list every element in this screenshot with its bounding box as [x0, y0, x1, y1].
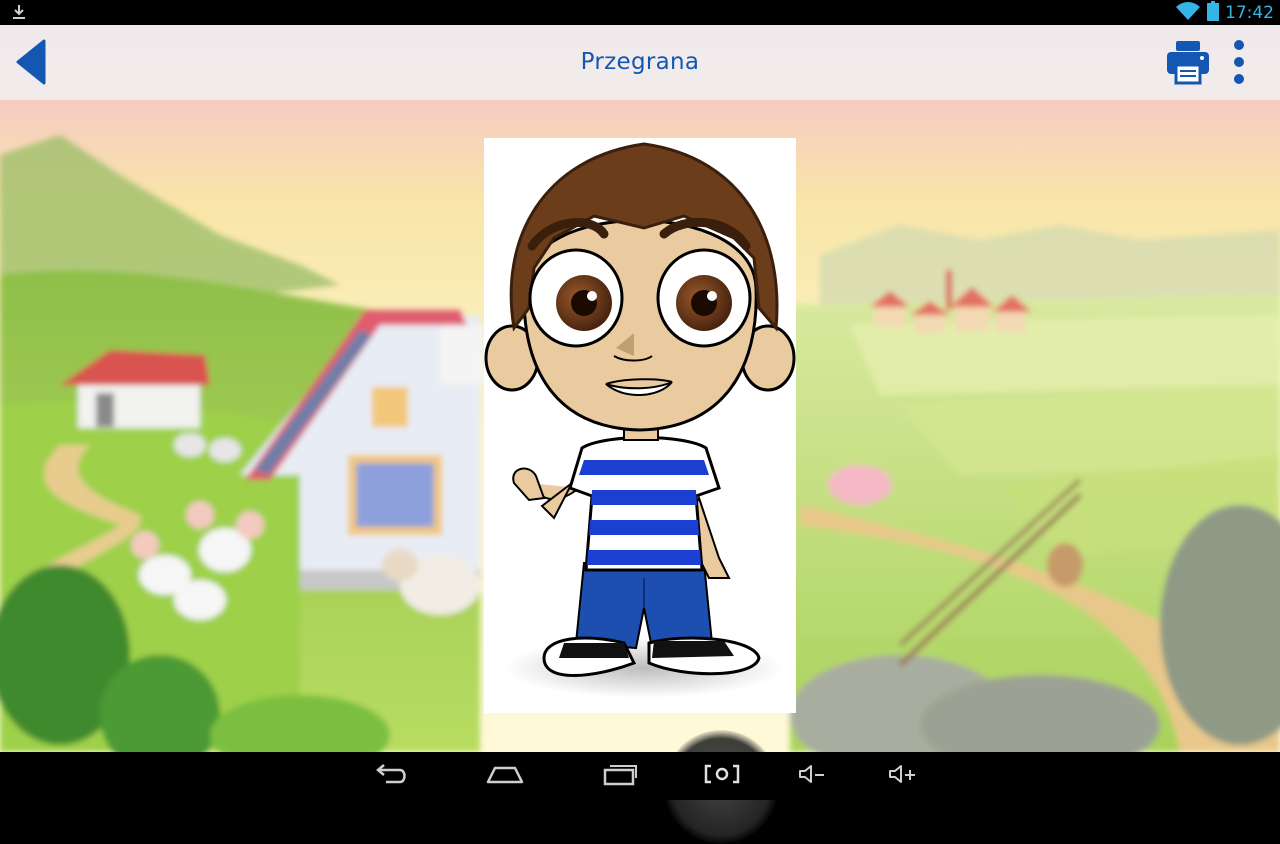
clock: 17:42	[1225, 2, 1274, 23]
recent-apps-icon	[602, 762, 638, 790]
action-bar: Przegrana	[0, 25, 1280, 100]
cartoon-boy-illustration	[484, 142, 796, 698]
page-title: Przegrana	[580, 49, 700, 75]
overflow-menu-icon	[1226, 40, 1252, 91]
screenshot-icon	[703, 763, 741, 789]
volume-up-nav-button[interactable]	[876, 752, 928, 800]
print-icon	[1164, 41, 1212, 91]
status-bar: 17:42	[0, 0, 1280, 25]
screenshot-nav-button[interactable]	[692, 752, 752, 800]
home-nav-icon	[485, 763, 525, 789]
navigation-bar	[0, 752, 1280, 800]
picture-card	[484, 138, 796, 713]
download-icon	[10, 3, 28, 21]
volume-up-icon	[887, 763, 917, 789]
recent-apps-nav-button[interactable]	[590, 752, 650, 800]
print-button[interactable]	[1164, 39, 1212, 87]
back-nav-button[interactable]	[360, 752, 420, 800]
battery-icon	[1207, 0, 1219, 25]
home-nav-button[interactable]	[474, 752, 536, 800]
volume-down-icon	[797, 763, 827, 789]
back-nav-icon	[372, 762, 408, 790]
volume-down-nav-button[interactable]	[786, 752, 838, 800]
wifi-icon	[1175, 1, 1201, 25]
overflow-menu-button[interactable]	[1226, 39, 1252, 87]
